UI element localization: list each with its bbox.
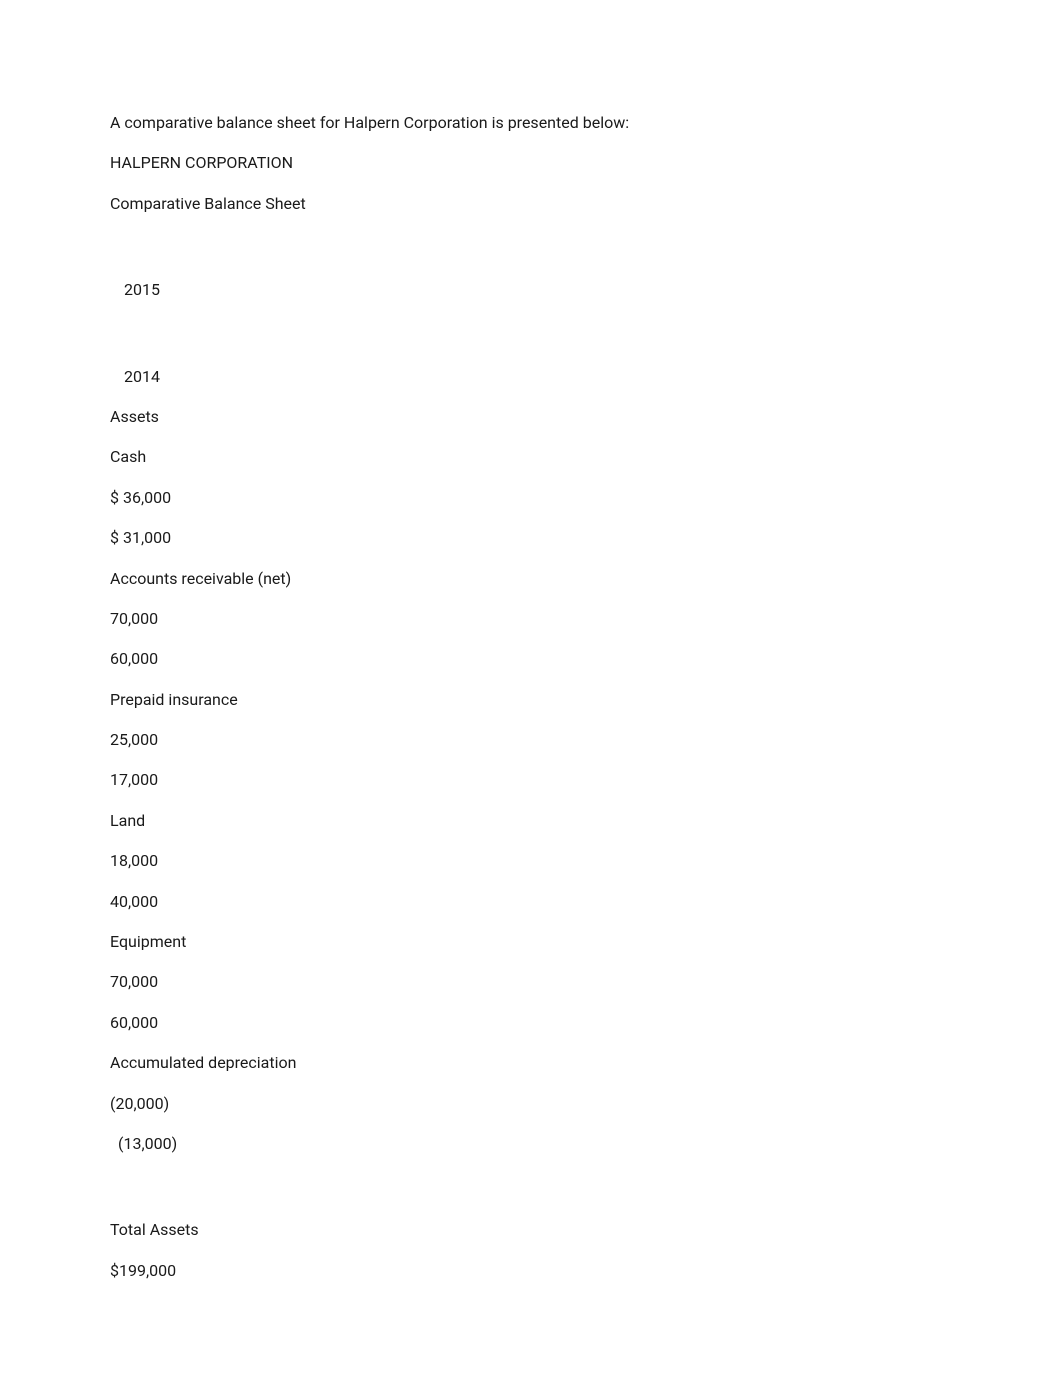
intro-text: A comparative balance sheet for Halpern …	[110, 112, 952, 134]
accdep-label: Accumulated depreciation	[110, 1052, 952, 1074]
prepaid-2015: 25,000	[110, 729, 952, 751]
ar-2015: 70,000	[110, 608, 952, 630]
equipment-2014: 60,000	[110, 1012, 952, 1034]
total-assets-2015: $199,000	[110, 1260, 952, 1282]
assets-header: Assets	[110, 406, 952, 428]
land-2014: 40,000	[110, 891, 952, 913]
spacer	[110, 233, 952, 279]
total-assets-label: Total Assets	[110, 1219, 952, 1241]
statement-title: Comparative Balance Sheet	[110, 193, 952, 215]
year-2015: 2015	[110, 279, 952, 301]
company-name: HALPERN CORPORATION	[110, 152, 952, 174]
ar-label: Accounts receivable (net)	[110, 568, 952, 590]
year-2014: 2014	[110, 366, 952, 388]
accdep-2014: (13,000)	[110, 1133, 952, 1155]
document-page: A comparative balance sheet for Halpern …	[0, 0, 1062, 1282]
cash-2015: $ 36,000	[110, 487, 952, 509]
cash-label: Cash	[110, 446, 952, 468]
land-2015: 18,000	[110, 850, 952, 872]
spacer	[110, 1173, 952, 1219]
equipment-2015: 70,000	[110, 971, 952, 993]
land-label: Land	[110, 810, 952, 832]
equipment-label: Equipment	[110, 931, 952, 953]
ar-2014: 60,000	[110, 648, 952, 670]
cash-2014: $ 31,000	[110, 527, 952, 549]
prepaid-2014: 17,000	[110, 769, 952, 791]
prepaid-label: Prepaid insurance	[110, 689, 952, 711]
spacer	[110, 320, 952, 366]
accdep-2015: (20,000)	[110, 1093, 952, 1115]
